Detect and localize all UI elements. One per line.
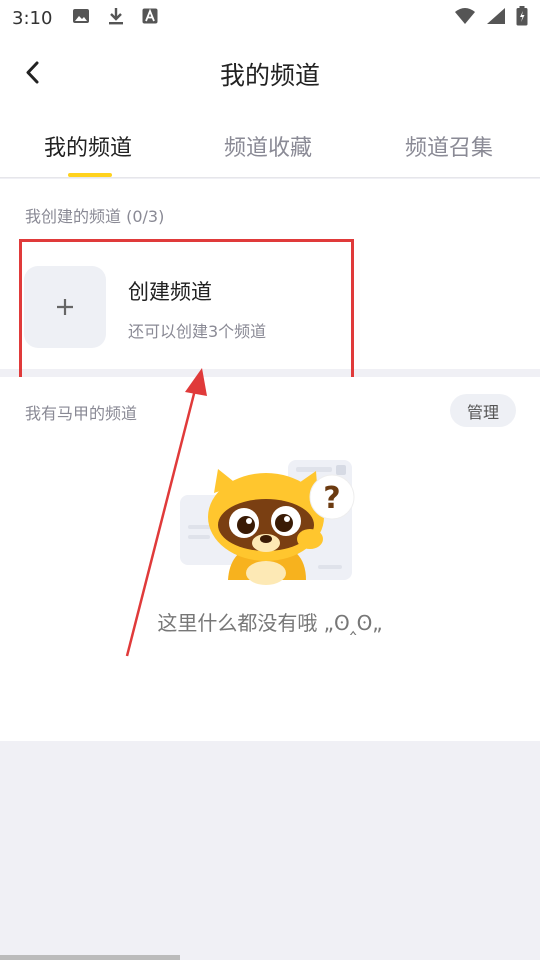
empty-state-text: 这里什么都没有哦 „ʘ‸ʘ„ — [157, 611, 383, 635]
highlight-box — [19, 239, 354, 381]
header: 我的频道 — [0, 36, 540, 112]
mascot-illustration: ? — [180, 460, 355, 585]
status-time: 3:10 — [12, 7, 53, 29]
battery-icon — [516, 6, 528, 30]
alias-channels-label: 我有马甲的频道 — [25, 404, 138, 423]
font-icon — [142, 8, 158, 28]
wifi-icon — [454, 7, 476, 29]
tab-channel-recruit[interactable]: 频道召集 — [405, 130, 493, 162]
tab-channel-favorites[interactable]: 频道收藏 — [224, 130, 312, 162]
image-icon — [72, 8, 90, 28]
active-tab-indicator — [68, 173, 112, 177]
status-bar: 3:10 — [0, 0, 540, 36]
created-channels-label: 我创建的频道 (0/3) — [25, 207, 165, 226]
download-icon — [108, 7, 124, 29]
svg-text:?: ? — [323, 481, 340, 516]
home-indicator — [0, 955, 180, 960]
manage-button[interactable]: 管理 — [450, 394, 516, 427]
signal-icon — [486, 7, 506, 29]
tab-bar: 我的频道 频道收藏 频道召集 — [0, 112, 540, 178]
tab-my-channels[interactable]: 我的频道 — [44, 130, 132, 162]
page-title: 我的频道 — [219, 61, 320, 90]
